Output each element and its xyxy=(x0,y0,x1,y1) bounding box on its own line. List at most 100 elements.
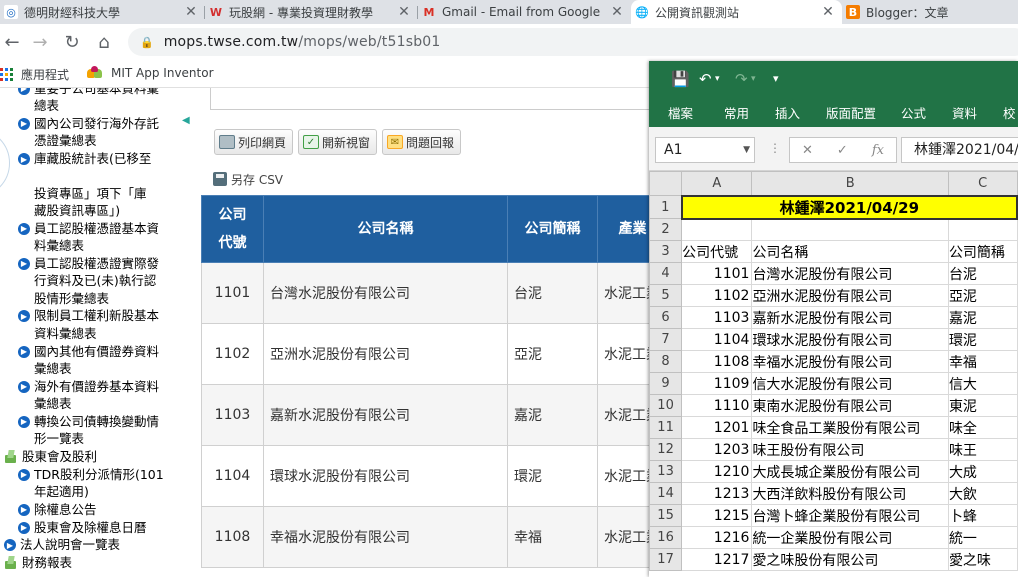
row-header[interactable]: 14 xyxy=(649,482,683,505)
cell-short[interactable]: 統一 xyxy=(947,526,1018,549)
nav-item[interactable]: ▶ 除權息公告 xyxy=(18,501,186,518)
cell-code[interactable]: 1216 xyxy=(681,526,753,549)
save-icon[interactable]: 💾 xyxy=(671,70,690,88)
cell-code[interactable]: 1215 xyxy=(681,504,753,527)
column-header[interactable]: 公司簡稱 xyxy=(507,195,598,263)
nav-item[interactable]: ▶ 限制員工權利新股基本 資料彙總表 xyxy=(18,307,186,342)
cell-code[interactable]: 1210 xyxy=(681,460,753,483)
cell-name[interactable]: 統一企業股份有限公司 xyxy=(751,526,949,549)
cell-short[interactable]: 東泥 xyxy=(947,394,1018,417)
address-bar[interactable]: 🔒 mops.twse.com.tw/mops/web/t51sb01 xyxy=(128,28,1018,56)
row-header[interactable]: 16 xyxy=(649,526,683,549)
close-icon[interactable]: ✕ xyxy=(820,4,836,20)
cell-code[interactable]: 1108 xyxy=(681,350,753,373)
collapse-arrow-icon[interactable]: ◀ xyxy=(182,115,190,129)
column-header[interactable]: 公司 代號 xyxy=(201,195,264,263)
browser-tab[interactable]: M Gmail - Email from Google ✕ xyxy=(418,0,631,24)
cell-name[interactable]: 環球水泥股份有限公司 xyxy=(751,328,949,351)
cell-name[interactable]: 東南水泥股份有限公司 xyxy=(751,394,949,417)
home-icon[interactable]: ⌂ xyxy=(92,30,116,54)
cell-short[interactable]: 味王 xyxy=(947,438,1018,461)
cell-short[interactable]: 大成 xyxy=(947,460,1018,483)
cell-code[interactable]: 1213 xyxy=(681,482,753,505)
cell-short[interactable]: 亞泥 xyxy=(947,284,1018,307)
browser-tab[interactable]: W 玩股網 - 專業投資理財教學 ✕ xyxy=(205,0,418,24)
nav-item[interactable]: ▶ 重要子公司基本資料彙 總表 xyxy=(18,88,186,115)
row-header[interactable]: 17 xyxy=(649,548,683,571)
nav-item[interactable]: ▶ 法人說明會一覽表 xyxy=(4,536,186,553)
bookmark-apps[interactable]: 應用程式 xyxy=(0,66,69,83)
cell-short[interactable]: 幸福 xyxy=(947,350,1018,373)
cell-name[interactable]: 愛之味股份有限公司 xyxy=(751,548,949,571)
cell-short[interactable]: 味全 xyxy=(947,416,1018,439)
bookmark-mit-app-inventor[interactable]: MIT App Inventor xyxy=(87,66,214,80)
chevron-down-icon[interactable]: ▼ xyxy=(743,138,750,162)
cell-short[interactable]: 嘉泥 xyxy=(947,306,1018,329)
browser-tab[interactable]: B Blogger：文章 xyxy=(842,0,1018,24)
close-icon[interactable]: ✕ xyxy=(183,4,199,20)
redo-dropdown-icon[interactable]: ▾ xyxy=(751,74,756,84)
undo-icon[interactable]: ↶ xyxy=(699,70,712,88)
empty-cell[interactable] xyxy=(751,218,949,241)
nav-item[interactable]: 財務報表 xyxy=(4,554,186,571)
close-icon[interactable]: ✕ xyxy=(396,4,412,20)
enter-check-icon[interactable]: ✓ xyxy=(837,143,848,158)
cell-name[interactable]: 幸福水泥股份有限公司 xyxy=(751,350,949,373)
cell-short[interactable]: 台泥 xyxy=(947,262,1018,285)
row-header[interactable]: 8 xyxy=(649,350,683,373)
back-arrow-icon[interactable]: ← xyxy=(0,30,24,54)
column-header[interactable]: A xyxy=(681,171,753,196)
column-header[interactable]: 公司名稱 xyxy=(263,195,508,263)
nav-item[interactable]: ▶ 員工認股權憑證實際發 行資料及已(未)執行認 股情形彙總表 xyxy=(18,255,186,307)
cell-code[interactable]: 1201 xyxy=(681,416,753,439)
cell-code[interactable]: 1102 xyxy=(681,284,753,307)
row-header[interactable]: 7 xyxy=(649,328,683,351)
row-header[interactable]: 12 xyxy=(649,438,683,461)
column-header[interactable]: C xyxy=(947,171,1018,196)
nav-item[interactable]: ▶ 國內其他有價證券資料 彙總表 xyxy=(18,343,186,378)
browser-tab[interactable]: ◎ 德明財經科技大學 ✕ xyxy=(0,0,205,24)
row-header[interactable]: 4 xyxy=(649,262,683,285)
report-problem-button[interactable]: ✉ 問題回報 xyxy=(382,129,462,155)
nav-item[interactable]: ▶ 員工認股權憑證基本資 料彙總表 xyxy=(18,220,186,255)
nav-item[interactable]: 股東會及股利 xyxy=(4,448,186,465)
redo-icon[interactable]: ↷ xyxy=(735,70,748,88)
sheet-header-cell[interactable]: 公司代號 xyxy=(681,240,753,263)
empty-cell[interactable] xyxy=(681,218,753,241)
title-cell[interactable]: 林鍾澤2021/04/29 xyxy=(680,194,1018,220)
worksheet-grid[interactable]: A B C 1 林鍾澤2021/04/29 2 3 公司代號 公司名稱 公司簡稱 4 1101 台灣水泥… xyxy=(649,171,1018,577)
sheet-header-cell[interactable]: 公司名稱 xyxy=(751,240,949,263)
column-header[interactable]: B xyxy=(751,171,949,196)
open-new-window-button[interactable]: ✓ 開新視窗 xyxy=(298,129,378,155)
cell-name[interactable]: 味全食品工業股份有限公司 xyxy=(751,416,949,439)
row-header[interactable]: 15 xyxy=(649,504,683,527)
empty-cell[interactable] xyxy=(947,218,1018,241)
reload-icon[interactable]: ↻ xyxy=(60,30,84,54)
cancel-icon[interactable]: ✕ xyxy=(802,143,813,158)
cell-name[interactable]: 味王股份有限公司 xyxy=(751,438,949,461)
nav-item[interactable]: ▶ 庫藏股統計表(已移至 投資專區」項下「庫 藏股資訊專區」) xyxy=(18,150,186,219)
cell-name[interactable]: 信大水泥股份有限公司 xyxy=(751,372,949,395)
row-header[interactable]: 9 xyxy=(649,372,683,395)
ribbon-tab[interactable]: 公式 xyxy=(901,103,926,122)
browser-tab[interactable]: 🌐 公開資訊觀測站 ✕ xyxy=(631,0,842,24)
nav-item[interactable]: ▶ 國內公司發行海外存託 憑證彙總表 xyxy=(18,115,186,150)
cell-code[interactable]: 1103 xyxy=(681,306,753,329)
select-all-corner[interactable] xyxy=(649,171,683,196)
cell-name[interactable]: 大成長城企業股份有限公司 xyxy=(751,460,949,483)
row-header[interactable]: 6 xyxy=(649,306,683,329)
cell-short[interactable]: 愛之味 xyxy=(947,548,1018,571)
ribbon-tab[interactable]: 版面配置 xyxy=(826,103,876,122)
forward-arrow-icon[interactable]: → xyxy=(28,30,52,54)
insert-function-icon[interactable]: fx xyxy=(872,143,884,158)
cell-code[interactable]: 1217 xyxy=(681,548,753,571)
close-icon[interactable]: ✕ xyxy=(609,4,625,20)
nav-item[interactable]: ▶ 股東會及除權息日曆 xyxy=(18,519,186,536)
row-header[interactable]: 1 xyxy=(649,195,683,219)
cell-short[interactable]: 卜蜂 xyxy=(947,504,1018,527)
row-header[interactable]: 11 xyxy=(649,416,683,439)
cell-code[interactable]: 1101 xyxy=(681,262,753,285)
cell-short[interactable]: 信大 xyxy=(947,372,1018,395)
formula-input[interactable]: 林鍾澤2021/04/29 xyxy=(901,137,1018,163)
ribbon-tab[interactable]: 插入 xyxy=(775,103,800,122)
